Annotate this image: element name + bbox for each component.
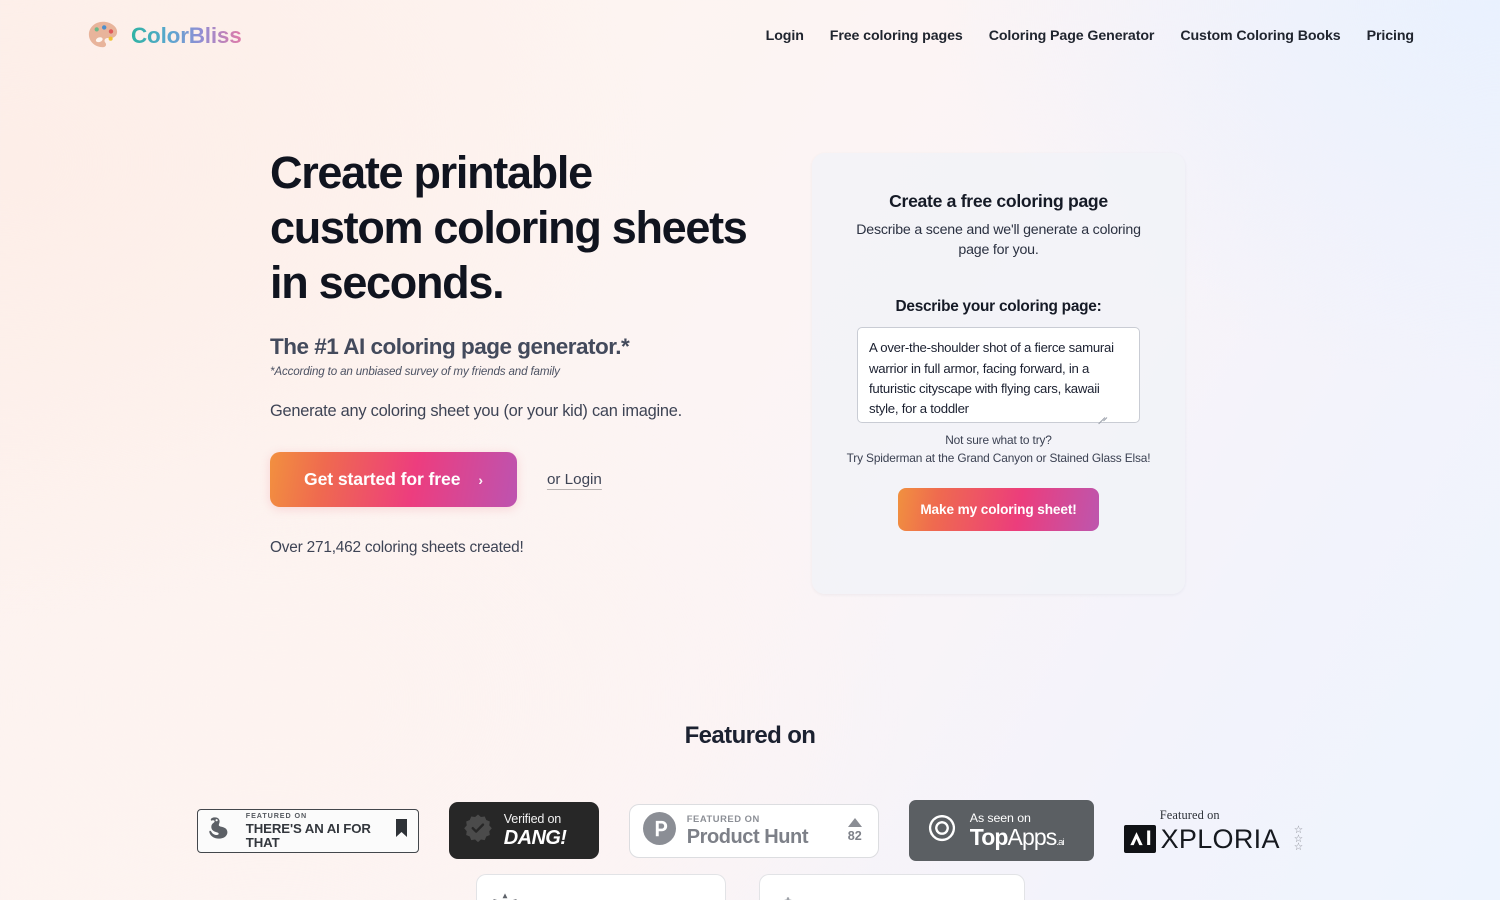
- aixploria-logo: AI I XPLORIA: [1123, 823, 1280, 854]
- hero-title-line-1: Create printable: [270, 147, 593, 198]
- badge-featured-on-partial-2[interactable]: Featured on: [758, 874, 1025, 900]
- generator-card-description: Describe a scene and we'll generate a co…: [856, 222, 1141, 259]
- prompt-field-label: Describe your coloring page:: [895, 298, 1102, 316]
- palette-icon: [86, 19, 120, 53]
- verified-badge-icon: [463, 813, 493, 848]
- badge-product-hunt[interactable]: FEATURED ON Product Hunt 82: [628, 803, 879, 858]
- badge-topapps[interactable]: As seen on TopApps.ai: [908, 800, 1094, 861]
- prompt-hint: Not sure what to try? Try Spiderman at t…: [846, 432, 1151, 467]
- or-login-link[interactable]: or Login: [547, 471, 602, 488]
- prompt-hint-line-2: Try Spiderman at the Grand Canyon or Sta…: [846, 450, 1151, 465]
- topapps-swirl-icon: [923, 809, 961, 852]
- page-title: Create printable custom coloring sheets …: [270, 150, 770, 305]
- product-hunt-vote-count: 82: [847, 829, 862, 844]
- hero-title-line-3: in seconds.: [270, 257, 505, 308]
- prompt-input[interactable]: [857, 327, 1140, 424]
- badge-topapps-eyebrow: As seen on: [969, 810, 1031, 825]
- hero-subtitle: The #1 AI coloring page generator.*: [270, 334, 630, 359]
- badge-topapps-title-light: Apps: [1007, 824, 1058, 851]
- cta-row: Get started for free › or Login: [270, 452, 770, 507]
- prompt-wrapper: [846, 327, 1151, 425]
- aixploria-mark: AI I: [1123, 825, 1156, 853]
- badge-topapps-title-bold: Top: [969, 824, 1009, 851]
- get-started-label: Get started for free: [304, 469, 461, 489]
- make-coloring-sheet-button[interactable]: Make my coloring sheet!: [898, 487, 1099, 531]
- starburst-icon: [490, 875, 520, 900]
- bookmark-icon: [395, 818, 408, 843]
- sheets-created-count: Over 271,462 coloring sheets created!: [270, 539, 524, 556]
- chevron-up-icon: ▲: [699, 883, 710, 900]
- badge-aixploria-eyebrow: Featured on: [1159, 808, 1220, 822]
- featured-on-heading: Featured on: [684, 722, 816, 749]
- main-nav: Login Free coloring pages Coloring Page …: [766, 28, 1414, 44]
- star-icon: ☆: [1293, 841, 1304, 854]
- flexing-arm-icon: [207, 815, 237, 846]
- badge-partial-1-text: FEATURED ON: [531, 883, 604, 900]
- featured-badges-row-2: FEATURED ON ▲ Featured on: [0, 874, 1500, 900]
- prompt-hint-line-1: Not sure what to try?: [945, 433, 1052, 448]
- badge-product-hunt-title: Product Hunt: [686, 825, 809, 848]
- hero-title-line-2: custom coloring sheets: [270, 202, 748, 253]
- product-hunt-upvote[interactable]: 82: [847, 818, 862, 844]
- badge-dang-text: Verified on DANG!: [504, 813, 567, 849]
- badge-aixploria-row: AI I XPLORIA ☆ ☆ ☆: [1123, 823, 1304, 854]
- hero-disclaimer: *According to an unbiased survey of my f…: [270, 365, 560, 378]
- badge-topapps-title: TopApps.ai: [969, 824, 1065, 851]
- badge-topapps-suffix: .ai: [1056, 837, 1064, 849]
- badge-topapps-text: As seen on TopApps.ai: [969, 810, 1065, 851]
- chevron-right-icon: ›: [478, 471, 483, 488]
- badge-theres-an-ai-for-that[interactable]: FEATURED ON THERE'S AN AI FOR THAT: [196, 808, 419, 853]
- badge-taaft-title: THERE'S AN AI FOR THAT: [245, 821, 371, 850]
- badge-dang[interactable]: Verified on DANG!: [448, 802, 599, 859]
- badge-dang-eyebrow: Verified on: [503, 811, 562, 826]
- nav-item-login[interactable]: Login: [766, 28, 804, 44]
- badge-aixploria[interactable]: Featured on AI I XPLORIA ☆ ☆ ☆: [1123, 808, 1304, 854]
- nav-item-custom-coloring-books[interactable]: Custom Coloring Books: [1180, 28, 1340, 44]
- brand-logo[interactable]: ColorBliss: [86, 19, 242, 53]
- featured-badges: FEATURED ON THERE'S AN AI FOR THAT Verif…: [0, 800, 1500, 861]
- generator-card: Create a free coloring page Describe a s…: [812, 153, 1185, 594]
- site-header: ColorBliss Login Free coloring pages Col…: [0, 0, 1500, 72]
- nav-item-coloring-page-generator[interactable]: Coloring Page Generator: [989, 28, 1155, 44]
- product-hunt-icon: [642, 811, 676, 850]
- badge-partial-2-text: Featured on: [814, 881, 888, 900]
- upvote-arrow-icon: [847, 818, 862, 828]
- badge-taaft-text: FEATURED ON THERE'S AN AI FOR THAT: [246, 812, 386, 849]
- badge-featured-on-partial-1[interactable]: FEATURED ON ▲: [475, 874, 726, 900]
- lamp-icon: [773, 875, 803, 900]
- aixploria-wordmark: XPLORIA: [1160, 823, 1280, 854]
- badge-product-hunt-text: FEATURED ON Product Hunt: [686, 813, 809, 848]
- generator-card-title: Create a free coloring page: [889, 191, 1108, 211]
- nav-item-free-coloring-pages[interactable]: Free coloring pages: [830, 28, 963, 44]
- get-started-button[interactable]: Get started for free ›: [270, 452, 517, 507]
- badge-dang-title: DANG!: [503, 827, 567, 850]
- badge-product-hunt-eyebrow: FEATURED ON: [686, 813, 760, 825]
- hero-lead-text: Generate any coloring sheet you (or your…: [270, 402, 682, 420]
- brand-name: ColorBliss: [131, 23, 242, 48]
- badge-taaft-eyebrow: FEATURED ON: [245, 811, 308, 821]
- textarea-resize-handle[interactable]: [1095, 410, 1108, 425]
- nav-item-pricing[interactable]: Pricing: [1367, 28, 1415, 44]
- hero-section: Create printable custom coloring sheets …: [270, 150, 770, 557]
- aixploria-rating-stars: ☆ ☆ ☆: [1293, 825, 1304, 854]
